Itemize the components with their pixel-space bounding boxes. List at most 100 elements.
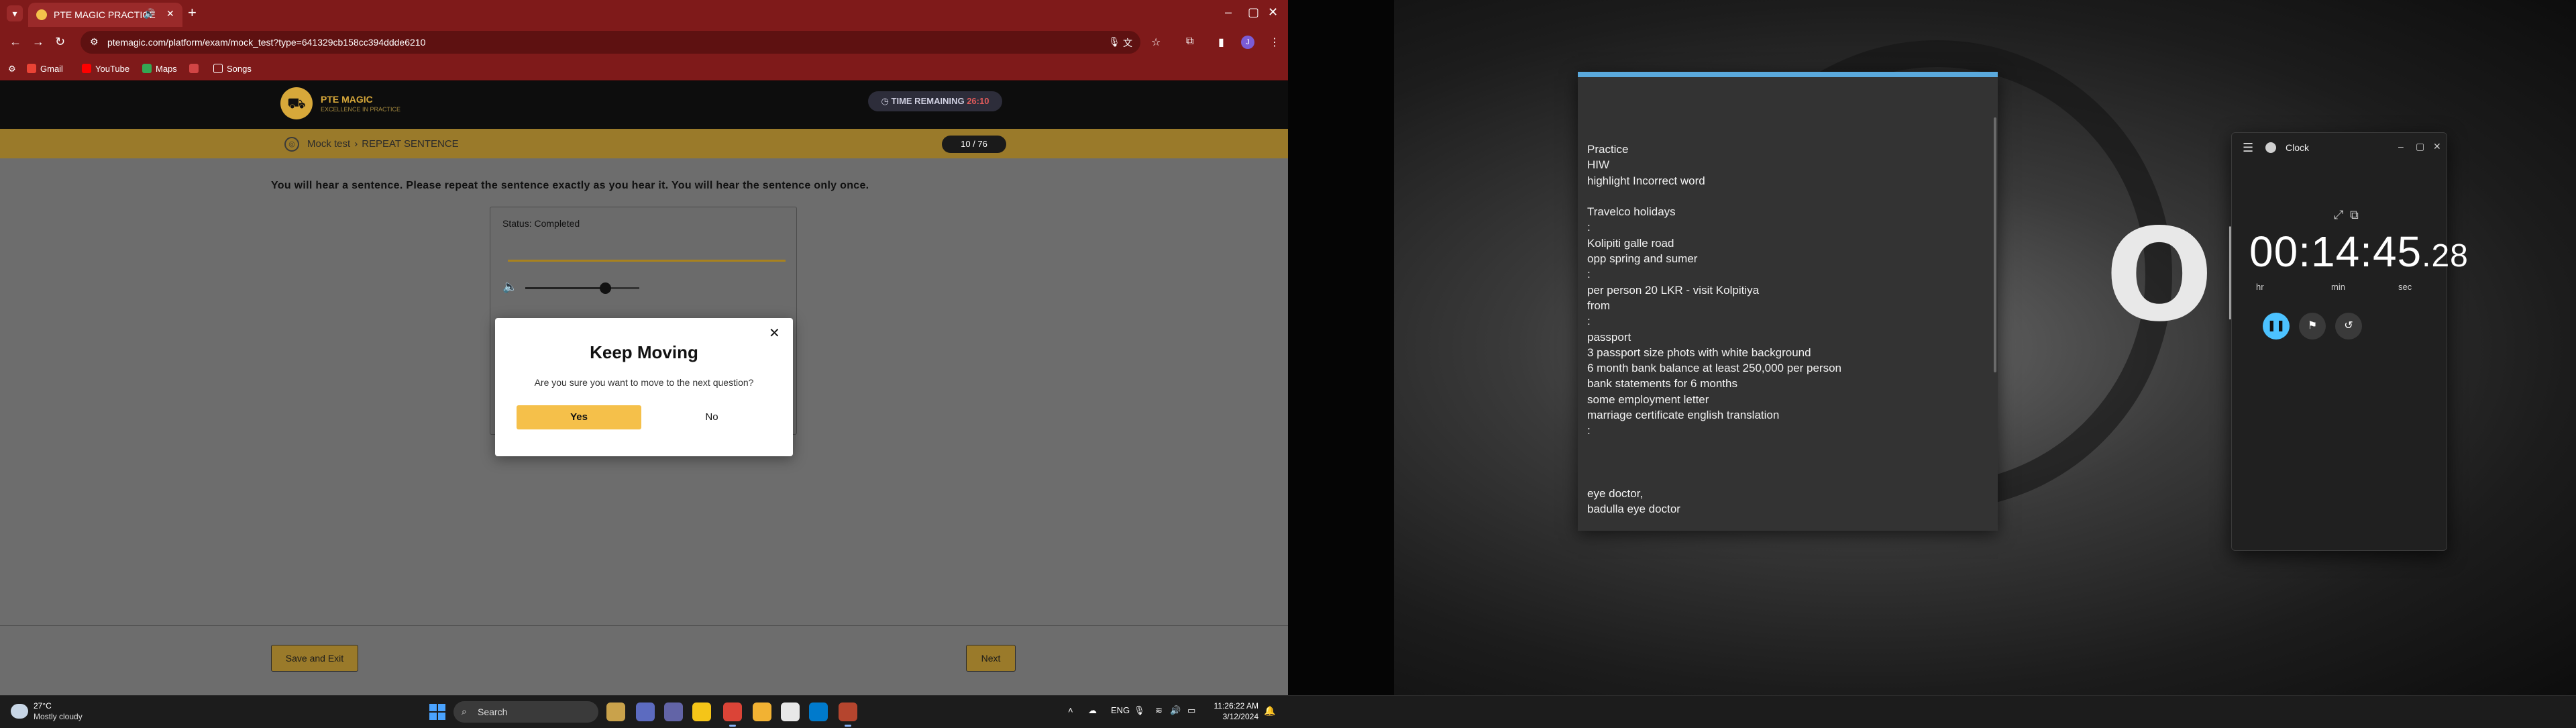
confirm-dialog: ✕ Keep Moving Are you sure you want to m… [495, 318, 793, 456]
apps-icon[interactable]: ⚙ [8, 64, 16, 74]
speaker-icon[interactable]: 🔊 [1170, 705, 1181, 716]
maximize-icon[interactable]: ▢ [1248, 5, 1259, 19]
note-line: opp spring and sumer [1587, 252, 1698, 266]
bookmark-unnamed[interactable] [189, 64, 203, 74]
scrollbar[interactable] [1994, 117, 1996, 372]
chrome-profile-icon[interactable] [839, 703, 857, 727]
bookmark-maps[interactable]: Maps [142, 64, 177, 74]
note-line: 3 passport size phots with white backgro… [1587, 346, 1811, 359]
chrome-icon[interactable] [723, 703, 742, 727]
audio-status: Status: Completed [502, 218, 580, 229]
system-clock[interactable]: 11:26:22 AM 3/12/2024 [1212, 700, 1259, 722]
unit-seconds: sec [2398, 282, 2412, 292]
minimize-icon[interactable]: – [2398, 141, 2404, 152]
extensions-icon[interactable]: ⧉ [1186, 36, 1193, 48]
bookmark-gmail[interactable]: Gmail [27, 64, 63, 74]
weather-cloud-icon[interactable] [11, 704, 28, 719]
note-line: highlight Incorrect word [1587, 174, 1705, 187]
logo-name: PTE MAGIC [321, 94, 373, 105]
side-panel-icon[interactable]: ▮ [1218, 36, 1224, 49]
note-line [1587, 454, 1990, 470]
chrome-menu-icon[interactable]: ⋮ [1269, 36, 1280, 49]
clock-app-icon [2265, 142, 2276, 153]
note-line [1587, 439, 1990, 454]
onedrive-icon[interactable]: ☁ [1088, 705, 1097, 716]
note-line: from [1587, 299, 1610, 312]
url-text[interactable]: ptemagic.com/platform/exam/mock_test?typ… [107, 37, 425, 48]
address-bar[interactable]: ⚙ ptemagic.com/platform/exam/mock_test?t… [80, 31, 1140, 54]
new-tab-icon[interactable]: + [188, 5, 197, 20]
next-button[interactable]: Next [966, 645, 1016, 672]
battery-icon[interactable]: ▭ [1187, 705, 1195, 716]
folder-icon [213, 64, 223, 73]
question-progress: 10 / 76 [942, 136, 1006, 153]
site-info-icon[interactable]: ⚙ [90, 36, 99, 48]
close-window-icon[interactable]: ✕ [1268, 5, 1278, 19]
mic-icon[interactable]: 🎙 [1108, 36, 1120, 48]
maps-icon [142, 64, 152, 73]
volume-icon[interactable]: 🔈 [502, 280, 517, 294]
save-and-exit-button[interactable]: Save and Exit [271, 645, 358, 672]
tab-pte-magic[interactable]: PTE MAGIC PRACTICE 🔊 ✕ [28, 3, 182, 27]
teams-icon[interactable] [664, 703, 683, 721]
weather-description[interactable]: Mostly cloudy [34, 712, 83, 721]
bookmark-youtube[interactable]: YouTube [82, 64, 129, 74]
bookmark-favicon-icon [189, 64, 199, 73]
tab-search-icon[interactable]: ▾ [7, 5, 23, 21]
notification-bell-icon[interactable]: 🔔 [1264, 705, 1275, 717]
volume-slider[interactable] [525, 282, 639, 294]
pte-magic-logo-icon[interactable]: ⛟ [280, 87, 313, 119]
yes-button[interactable]: Yes [517, 405, 641, 429]
site-header: ⛟ PTE MAGIC EXCELLENCE IN PRACTICE ◷ TIM… [0, 81, 1288, 129]
clock-app-taskbar-icon[interactable] [781, 703, 800, 721]
app-title: Clock [2286, 142, 2310, 153]
vscode-icon[interactable] [809, 703, 828, 721]
maximize-icon[interactable]: ▢ [2416, 141, 2424, 152]
lap-flag-button[interactable]: ⚑ [2299, 313, 2326, 340]
reload-icon[interactable]: ↻ [55, 35, 65, 49]
note-text[interactable]: Practice HIW highlight Incorrect word Trave… [1587, 142, 1990, 517]
windows-start-icon[interactable] [429, 704, 445, 720]
breadcrumb-bar: ◎ Mock test › REPEAT SENTENCE 10 / 76 [0, 129, 1288, 158]
search-placeholder: Search [478, 707, 508, 717]
menu-icon[interactable]: ☰ [2243, 141, 2253, 155]
chrome-window: ▾ PTE MAGIC PRACTICE 🔊 ✕ + – ▢ ✕ ← → ↻ ⚙… [0, 0, 1288, 695]
weather-temperature[interactable]: 27°C [34, 701, 52, 711]
sticky-notes-icon[interactable] [692, 703, 711, 721]
taskbar-search[interactable]: ⌕ Search [453, 701, 598, 723]
profile-avatar[interactable]: J [1241, 36, 1254, 49]
bookmark-star-icon[interactable]: ☆ [1151, 36, 1161, 49]
minimize-icon[interactable]: – [1225, 5, 1232, 19]
pause-button[interactable]: ❚❚ [2263, 313, 2290, 340]
breadcrumb-separator-icon: › [354, 138, 358, 150]
app-icon-1[interactable] [606, 703, 625, 721]
unit-minutes: min [2331, 282, 2345, 292]
note-line: bank statements for 6 months [1587, 377, 1737, 391]
back-icon[interactable]: ← [9, 35, 21, 49]
breadcrumb-mock-test[interactable]: Mock test [307, 138, 350, 150]
forward-icon[interactable]: → [32, 35, 44, 49]
tab-title: PTE MAGIC PRACTICE [54, 9, 156, 20]
no-button[interactable]: No [649, 405, 774, 429]
close-icon[interactable]: ✕ [2433, 141, 2441, 152]
tray-overflow-icon[interactable]: ˄ [1068, 705, 1073, 715]
file-explorer-icon[interactable] [753, 703, 771, 721]
reset-button[interactable]: ↺ [2335, 313, 2362, 340]
bookmark-folder-songs[interactable]: Songs [213, 64, 252, 74]
tab-close-icon[interactable]: ✕ [166, 8, 174, 19]
close-icon[interactable]: ✕ [769, 325, 780, 342]
task-view-icon[interactable] [636, 703, 655, 721]
audio-playing-icon: 🔊 [144, 8, 156, 19]
volume-handle[interactable] [600, 282, 611, 294]
language-indicator[interactable]: ENG [1111, 705, 1130, 715]
wifi-icon[interactable]: ≋ [1155, 705, 1163, 716]
translate-icon[interactable]: 文 [1123, 36, 1132, 50]
microphone-icon[interactable]: 🎙 [1134, 705, 1145, 716]
fullscreen-icon[interactable]: ⤢ [2334, 208, 2343, 222]
keep-on-top-icon[interactable]: ⧉ [2350, 208, 2359, 222]
dialog-title: Keep Moving [590, 342, 698, 362]
logo-tagline: EXCELLENCE IN PRACTICE [321, 106, 401, 113]
stopwatch-display: 00:14:45.28 [2249, 227, 2469, 276]
note-line: HIW [1587, 158, 1610, 172]
breadcrumb-current: REPEAT SENTENCE [362, 138, 459, 150]
